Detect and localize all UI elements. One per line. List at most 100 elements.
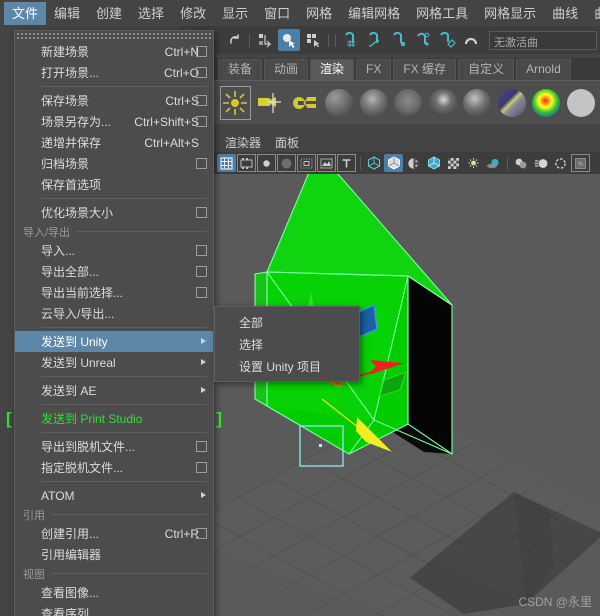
safe-action-icon[interactable]: [317, 154, 336, 172]
texture-icon[interactable]: [444, 154, 463, 172]
menu-item-row[interactable]: [] 发送到 Print Studio: [6, 408, 222, 429]
snap-view-plane-icon[interactable]: [436, 29, 458, 51]
menu-item-row[interactable]: 指定脱机文件...: [15, 457, 213, 478]
use-lights-icon[interactable]: [464, 154, 483, 172]
safe-title-icon[interactable]: [337, 154, 356, 172]
menu-item-row[interactable]: 保存首选项: [15, 174, 213, 195]
select-object-icon[interactable]: [278, 29, 300, 51]
phong-material-icon[interactable]: [393, 86, 424, 120]
hypershade-icon[interactable]: [289, 86, 320, 120]
unity-submenu-item[interactable]: 选择: [215, 333, 359, 355]
option-box-icon[interactable]: [196, 67, 207, 78]
viewport-menu-item-0[interactable]: 渲染器: [218, 133, 268, 152]
multisample-icon[interactable]: [551, 154, 570, 172]
menu-item-row[interactable]: 导出到脱机文件...: [15, 436, 213, 457]
option-box-icon[interactable]: [196, 245, 207, 256]
option-box-icon[interactable]: [196, 207, 207, 218]
menu-item-row[interactable]: 查看图像...: [15, 582, 213, 603]
menu-item-8[interactable]: 编辑网格: [340, 2, 408, 25]
layered-shader-icon[interactable]: [496, 86, 527, 120]
snap-projected-center-icon[interactable]: [412, 29, 434, 51]
menu-item-6[interactable]: 窗口: [256, 2, 298, 25]
menu-item-2[interactable]: 创建: [88, 2, 130, 25]
shelf-tab-0[interactable]: 装备: [218, 59, 263, 80]
snap-curve-icon[interactable]: [364, 29, 386, 51]
magnet-icon[interactable]: [460, 29, 482, 51]
lambert-material-icon[interactable]: [324, 86, 355, 120]
menu-item-0[interactable]: 文件: [4, 1, 47, 25]
menu-item-row[interactable]: 优化场景大小: [15, 202, 213, 223]
smooth-shade-icon[interactable]: [384, 154, 403, 172]
light-icon[interactable]: [220, 85, 251, 120]
option-box-icon[interactable]: [196, 266, 207, 277]
redo-icon[interactable]: [223, 29, 245, 51]
menu-item-row[interactable]: 云导入/导出...: [15, 303, 213, 324]
menu-item-row[interactable]: 场景另存为... Ctrl+Shift+S: [15, 111, 213, 132]
select-component-icon[interactable]: [302, 29, 324, 51]
shelf-tab-6[interactable]: Arnold: [516, 59, 571, 80]
phonge-material-icon[interactable]: [427, 86, 458, 120]
viewport-menu-item-1[interactable]: 面板: [268, 133, 306, 152]
camera-icon[interactable]: [255, 86, 286, 120]
menu-item-row[interactable]: 创建引用... Ctrl+R: [15, 523, 213, 544]
shelf-tab-3[interactable]: FX: [356, 59, 392, 80]
shade-options-icon[interactable]: [404, 154, 423, 172]
menu-item-11[interactable]: 曲线: [544, 2, 586, 25]
menu-item-9[interactable]: 网格工具: [408, 2, 476, 25]
menu-item-10[interactable]: 网格显示: [476, 2, 544, 25]
viewport-3d[interactable]: CSDN @永里: [214, 174, 600, 616]
shadows-icon[interactable]: [484, 154, 503, 172]
snap-point-icon[interactable]: [388, 29, 410, 51]
option-box-icon[interactable]: [196, 46, 207, 57]
select-hierarchy-icon[interactable]: [254, 29, 276, 51]
snap-grid-icon[interactable]: [340, 29, 362, 51]
menu-item-row[interactable]: 归档场景: [15, 153, 213, 174]
option-box-icon[interactable]: [196, 528, 207, 539]
active-curve-field[interactable]: 无激活曲: [489, 30, 597, 50]
unity-submenu-item[interactable]: 全部: [215, 311, 359, 333]
menu-item-row[interactable]: 导出当前选择...: [15, 282, 213, 303]
field-chart-icon[interactable]: [297, 154, 316, 172]
menu-item-row[interactable]: 新建场景 Ctrl+N: [15, 41, 213, 62]
menu-item-3[interactable]: 选择: [130, 2, 172, 25]
option-box-icon[interactable]: [196, 462, 207, 473]
option-box-icon[interactable]: [196, 95, 207, 106]
unity-submenu-item[interactable]: 设置 Unity 项目: [215, 355, 359, 377]
menu-item-row[interactable]: 打开场景... Ctrl+O: [15, 62, 213, 83]
shelf-tab-2[interactable]: 渲染: [310, 59, 355, 80]
menu-item-row[interactable]: 递增并保存 Ctrl+Alt+S: [15, 132, 213, 153]
surface-shader-icon[interactable]: [566, 86, 597, 120]
menu-item-4[interactable]: 修改: [172, 2, 214, 25]
menu-tearoff-handle[interactable]: [16, 32, 212, 39]
ramp-shader-icon[interactable]: [531, 86, 562, 120]
menu-item-row[interactable]: 发送到 Unity: [15, 331, 213, 352]
option-box-icon[interactable]: [196, 116, 207, 127]
menu-item-row[interactable]: 发送到 Unreal: [15, 352, 213, 373]
menu-item-7[interactable]: 网格: [298, 2, 340, 25]
option-box-icon[interactable]: [196, 441, 207, 452]
grid-toggle-icon[interactable]: [217, 154, 236, 172]
menu-item-12[interactable]: 曲面: [586, 2, 600, 25]
shelf-tab-5[interactable]: 自定义: [458, 59, 515, 80]
screen-space-ao-icon[interactable]: [511, 154, 530, 172]
menu-item-row[interactable]: 导出全部...: [15, 261, 213, 282]
shelf-tab-1[interactable]: 动画: [264, 59, 309, 80]
menu-item-row[interactable]: 保存场景 Ctrl+S: [15, 90, 213, 111]
menu-item-row[interactable]: 查看序列...: [15, 603, 213, 616]
motion-blur-icon[interactable]: [531, 154, 550, 172]
shelf-tab-4[interactable]: FX 缓存: [393, 59, 457, 80]
option-box-icon[interactable]: [196, 158, 207, 169]
menu-item-row[interactable]: 导入...: [15, 240, 213, 261]
menu-item-row[interactable]: 发送到 AE: [15, 380, 213, 401]
menu-item-5[interactable]: 显示: [214, 2, 256, 25]
isolate-select-icon[interactable]: %: [571, 154, 590, 172]
menu-item-row[interactable]: 引用编辑器: [15, 544, 213, 565]
menu-item-row[interactable]: ATOM: [15, 485, 213, 506]
resolution-gate-icon[interactable]: [257, 154, 276, 172]
anisotropic-material-icon[interactable]: [462, 86, 493, 120]
gate-mask-icon[interactable]: [277, 154, 296, 172]
blinn-material-icon[interactable]: [358, 86, 389, 120]
option-box-icon[interactable]: [196, 287, 207, 298]
wireframe-icon[interactable]: [364, 154, 383, 172]
wireframe-on-shaded-icon[interactable]: [424, 154, 443, 172]
